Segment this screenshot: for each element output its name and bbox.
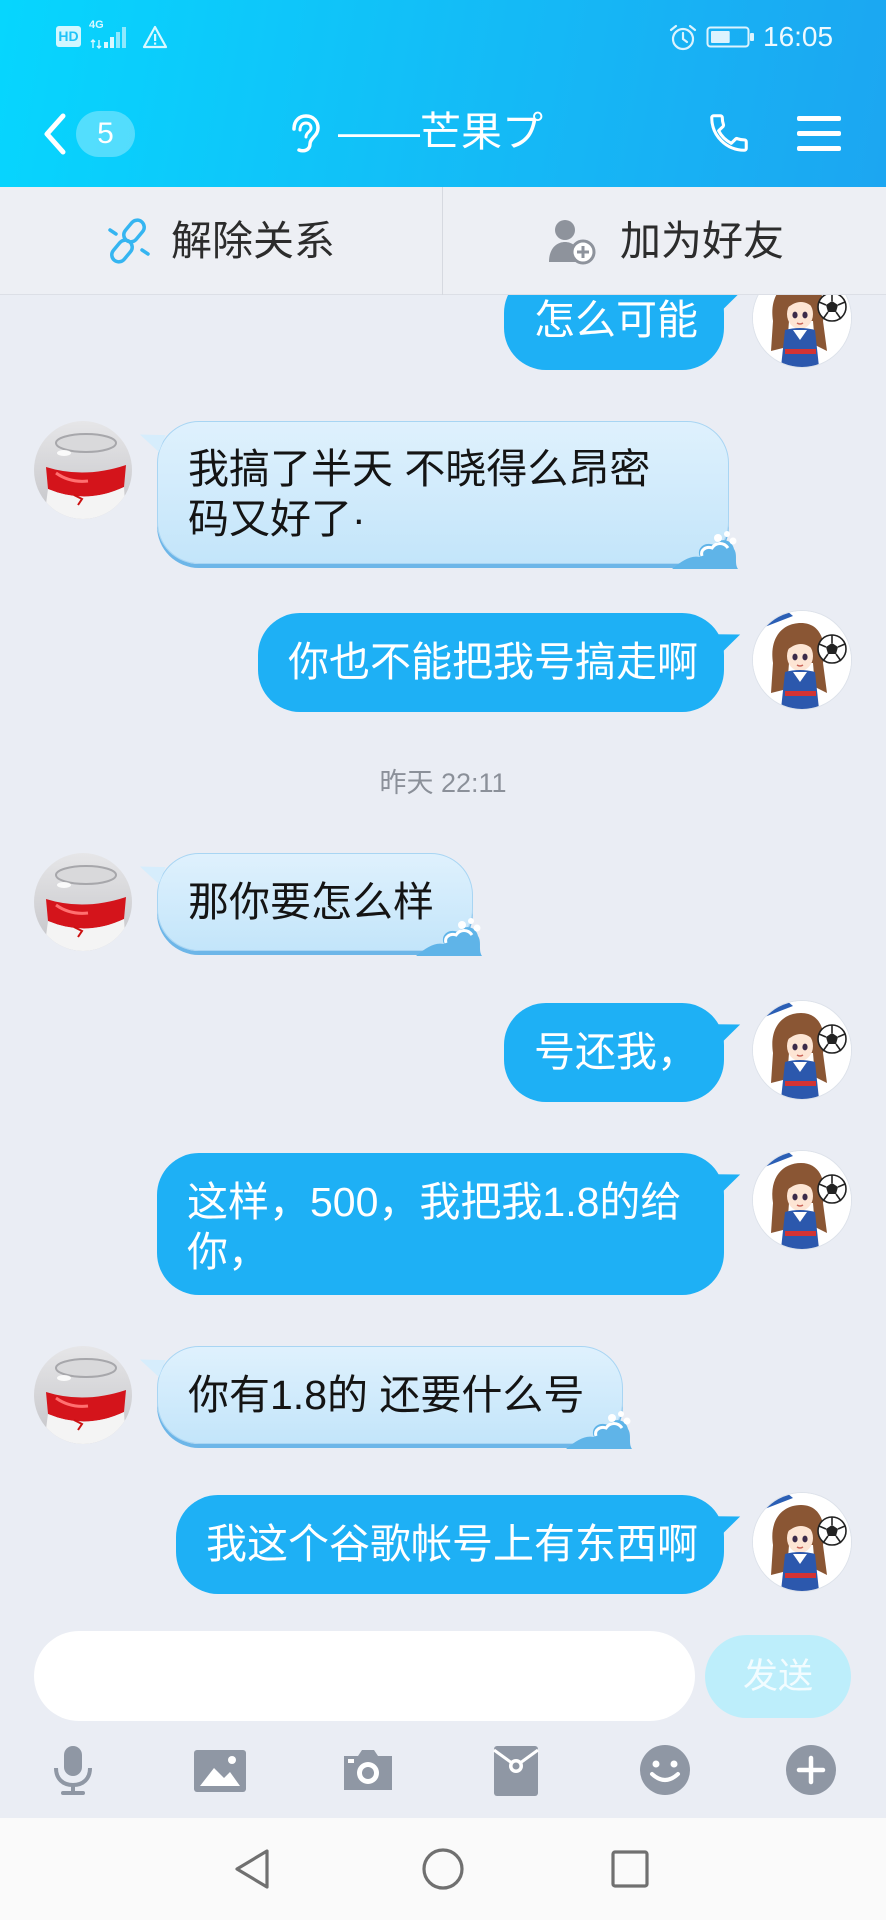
wave-decoration-icon — [566, 1405, 632, 1449]
message-row: 那你要怎么样 — [0, 853, 886, 1003]
my-avatar[interactable] — [753, 611, 851, 709]
recents-square-icon — [611, 1850, 649, 1888]
hd-icon: HD — [56, 26, 81, 47]
wave-decoration-icon — [416, 912, 482, 956]
alarm-icon — [669, 24, 697, 51]
contact-avatar[interactable] — [34, 1346, 132, 1444]
menu-icon-bar — [797, 131, 841, 136]
message-text: 怎么可能 — [534, 297, 698, 343]
back-chevron-icon — [44, 113, 66, 155]
unbind-label: 解除关系 — [171, 218, 335, 264]
message-row: 你有1.8的 还要什么号 — [0, 1346, 886, 1496]
system-nav-bar — [0, 1818, 886, 1920]
phone-icon — [710, 114, 748, 152]
camera-icon — [344, 1750, 392, 1790]
message-bubble[interactable]: 你有1.8的 还要什么号 — [157, 1346, 623, 1444]
chat-title[interactable]: ——芒果プ — [338, 108, 543, 156]
message-bubble[interactable]: 这样，500，我把我1.8的给你， — [157, 1153, 724, 1295]
message-timestamp: 昨天 22:11 — [379, 768, 507, 798]
red-packet-icon — [493, 1746, 539, 1796]
emoji-icon — [640, 1745, 690, 1795]
wave-decoration-icon — [672, 525, 738, 569]
contact-avatar[interactable] — [34, 853, 132, 951]
message-bubble[interactable]: 怎么可能 — [504, 295, 724, 370]
back-triangle-icon — [235, 1849, 269, 1889]
red-packet-button[interactable] — [488, 1742, 544, 1798]
message-text: 这样，500，我把我1.8的给你， — [187, 1179, 682, 1275]
camera-button[interactable] — [340, 1742, 396, 1798]
message-list[interactable]: 怎么可能 我搞了半天 不晓得么昂密码又好了· 你也不能把我号搞走啊 昨天 22:… — [0, 295, 886, 1617]
status-time: 16:05 — [763, 21, 834, 52]
message-row: 这样，500，我把我1.8的给你， — [0, 1151, 886, 1303]
message-bubble[interactable]: 你也不能把我号搞走啊 — [258, 613, 724, 712]
battery-icon — [706, 26, 754, 48]
message-row: 你也不能把我号搞走啊 — [0, 611, 886, 763]
message-row: 我搞了半天 不晓得么昂密码又好了· — [0, 421, 886, 571]
battery-fill — [711, 31, 730, 43]
menu-icon-bar — [797, 146, 841, 151]
nav-recents-button[interactable] — [608, 1847, 652, 1891]
unread-count-badge: 5 — [76, 111, 135, 157]
header: HD 4G 16:05 5 ——芒果プ — [0, 0, 886, 187]
add-friend-label: 加为好友 — [620, 218, 784, 264]
my-avatar[interactable] — [753, 1151, 851, 1249]
voice-button[interactable] — [45, 1742, 101, 1798]
more-button[interactable] — [783, 1742, 839, 1798]
message-text: 你有1.8的 还要什么号 — [188, 1372, 585, 1418]
message-bubble[interactable]: 号还我， — [504, 1003, 724, 1102]
my-avatar[interactable] — [753, 295, 851, 367]
unbind-button[interactable]: 解除关系 — [0, 187, 442, 295]
message-input[interactable] — [34, 1631, 695, 1721]
message-bubble[interactable]: 我这个谷歌帐号上有东西啊 — [176, 1495, 724, 1594]
menu-button[interactable] — [797, 114, 841, 154]
nav-back-button[interactable] — [231, 1847, 275, 1891]
send-button[interactable]: 发送 — [705, 1635, 851, 1718]
message-bubble[interactable]: 我搞了半天 不晓得么昂密码又好了· — [157, 421, 729, 564]
message-row: 怎么可能 — [0, 295, 886, 421]
message-text: 我搞了半天 不晓得么昂密码又好了· — [188, 446, 651, 542]
message-row: 号还我， — [0, 1001, 886, 1153]
message-text: 我这个谷歌帐号上有东西啊 — [206, 1521, 698, 1567]
broken-link-icon — [108, 218, 150, 264]
signal-icon — [90, 27, 126, 49]
my-avatar[interactable] — [753, 1493, 851, 1591]
plus-icon — [786, 1745, 836, 1795]
photo-button[interactable] — [192, 1742, 248, 1798]
warning-icon — [142, 25, 168, 49]
message-text: 号还我， — [534, 1029, 698, 1075]
microphone-icon — [54, 1746, 92, 1795]
nav-home-button[interactable] — [421, 1847, 465, 1891]
menu-icon — [797, 116, 841, 121]
message-text: 你也不能把我号搞走啊 — [288, 639, 698, 685]
relationship-action-bar: 解除关系 加为好友 — [0, 187, 886, 295]
home-circle-icon — [422, 1848, 464, 1890]
add-friend-icon — [549, 220, 596, 265]
phone-button[interactable] — [706, 110, 752, 156]
emoji-button[interactable] — [637, 1742, 693, 1798]
add-friend-button[interactable]: 加为好友 — [443, 187, 885, 295]
message-bubble[interactable]: 那你要怎么样 — [157, 853, 473, 951]
contact-avatar[interactable] — [34, 421, 132, 519]
message-row: 我这个谷歌帐号上有东西啊 — [0, 1493, 886, 1617]
message-text: 那你要怎么样 — [188, 879, 434, 925]
ear-icon[interactable] — [286, 114, 322, 154]
image-icon — [194, 1750, 246, 1792]
back-button[interactable]: 5 — [30, 102, 145, 166]
my-avatar[interactable] — [753, 1001, 851, 1099]
